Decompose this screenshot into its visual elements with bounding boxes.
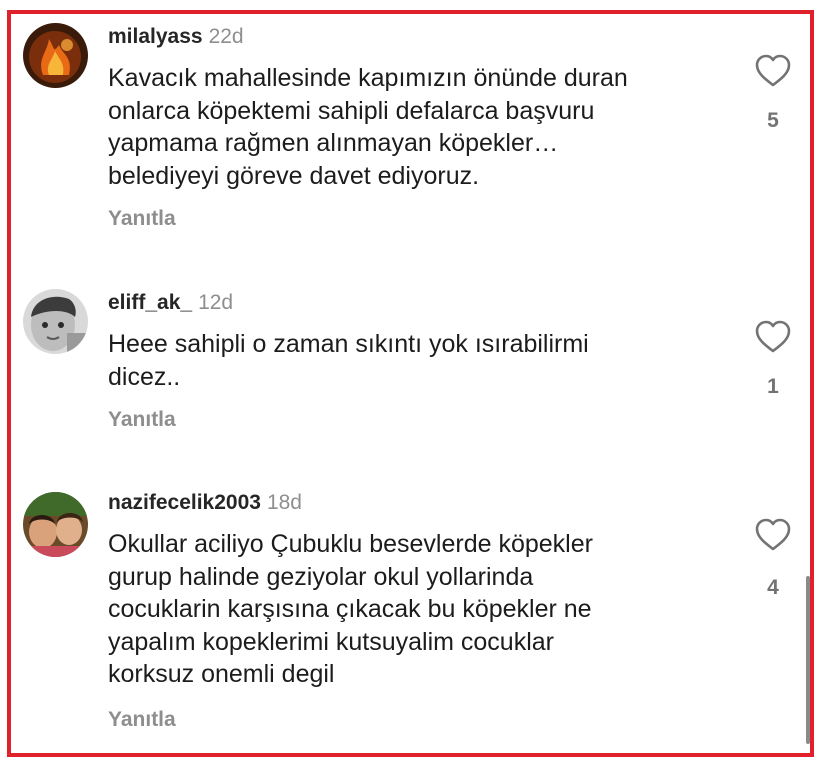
- comment-item: eliff_ak_ 12d Heee sahipli o zaman sıkınt…: [11, 280, 810, 480]
- comment-header: nazifecelik2003 18d: [108, 490, 302, 516]
- heart-outline-icon[interactable]: [755, 54, 791, 88]
- avatar[interactable]: [23, 492, 88, 557]
- comment-age: 18d: [266, 491, 302, 514]
- comment-age: 22d: [208, 25, 244, 48]
- scrollbar[interactable]: [806, 576, 810, 744]
- avatar[interactable]: [23, 289, 88, 354]
- heart-outline-icon[interactable]: [755, 320, 791, 354]
- username[interactable]: milalyass: [108, 25, 203, 48]
- comment-header: milalyass 22d: [108, 24, 244, 50]
- comment-text: Kavacık mahallesinde kapımızın önünde du…: [108, 64, 628, 190]
- comment-age: 12d: [198, 291, 234, 314]
- avatar[interactable]: [23, 23, 88, 88]
- like-count: 4: [767, 576, 779, 599]
- username[interactable]: nazifecelik2003: [108, 491, 261, 514]
- like-count: 1: [767, 375, 779, 398]
- screenshot-frame: milalyass 22d Kavacık mahallesinde kapımı…: [7, 10, 814, 757]
- reply-button[interactable]: Yanıtla: [108, 408, 176, 432]
- comment-header: eliff_ak_ 12d: [108, 290, 233, 316]
- reply-button[interactable]: Yanıtla: [108, 708, 176, 732]
- like-count: 5: [767, 109, 779, 132]
- comment-item: nazifecelik2003 18d Okullar aciliyo Çubuk…: [11, 480, 810, 750]
- comment-text: Okullar aciliyo Çubuklu besevlerde köpek…: [108, 530, 593, 688]
- comment-text: Heee sahipli o zaman sıkıntı yok ısırabi…: [108, 330, 589, 391]
- comment-item: milalyass 22d Kavacık mahallesinde kapımı…: [11, 14, 810, 254]
- username[interactable]: eliff_ak_: [108, 291, 192, 314]
- heart-outline-icon[interactable]: [755, 518, 791, 552]
- reply-button[interactable]: Yanıtla: [108, 207, 176, 231]
